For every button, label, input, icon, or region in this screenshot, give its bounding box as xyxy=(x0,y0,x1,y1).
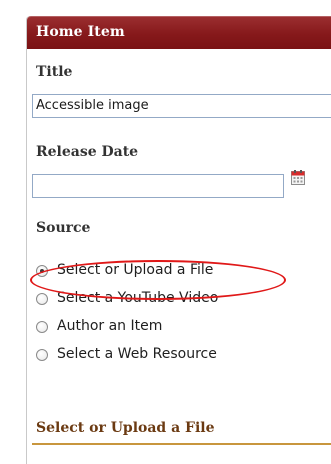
release-date-label: Release Date xyxy=(36,144,139,160)
source-option-youtube-video[interactable]: Select a YouTube Video xyxy=(36,290,326,312)
source-option-author-item[interactable]: Author an Item xyxy=(36,318,326,340)
title-input[interactable]: Accessible image xyxy=(32,94,331,118)
radio-button-selected[interactable] xyxy=(36,265,48,277)
page: Home Item Title Accessible image Release… xyxy=(0,0,331,464)
source-option-label: Select a YouTube Video xyxy=(57,290,219,306)
source-option-label: Select or Upload a File xyxy=(57,262,214,278)
section-divider xyxy=(32,443,331,445)
calendar-icon[interactable] xyxy=(291,170,305,185)
section-title: Select or Upload a File xyxy=(36,420,215,436)
radio-button[interactable] xyxy=(36,293,48,305)
home-item-panel: Home Item Title Accessible image Release… xyxy=(26,16,331,464)
panel-title: Home Item xyxy=(36,24,125,40)
source-option-web-resource[interactable]: Select a Web Resource xyxy=(36,346,326,368)
title-label: Title xyxy=(36,64,73,80)
radio-button[interactable] xyxy=(36,349,48,361)
release-date-input[interactable] xyxy=(32,174,284,198)
source-option-label: Select a Web Resource xyxy=(57,346,217,362)
panel-header: Home Item xyxy=(27,16,331,49)
source-label: Source xyxy=(36,220,91,236)
source-option-label: Author an Item xyxy=(57,318,163,334)
source-option-upload-file[interactable]: Select or Upload a File xyxy=(36,262,326,284)
radio-button[interactable] xyxy=(36,321,48,333)
